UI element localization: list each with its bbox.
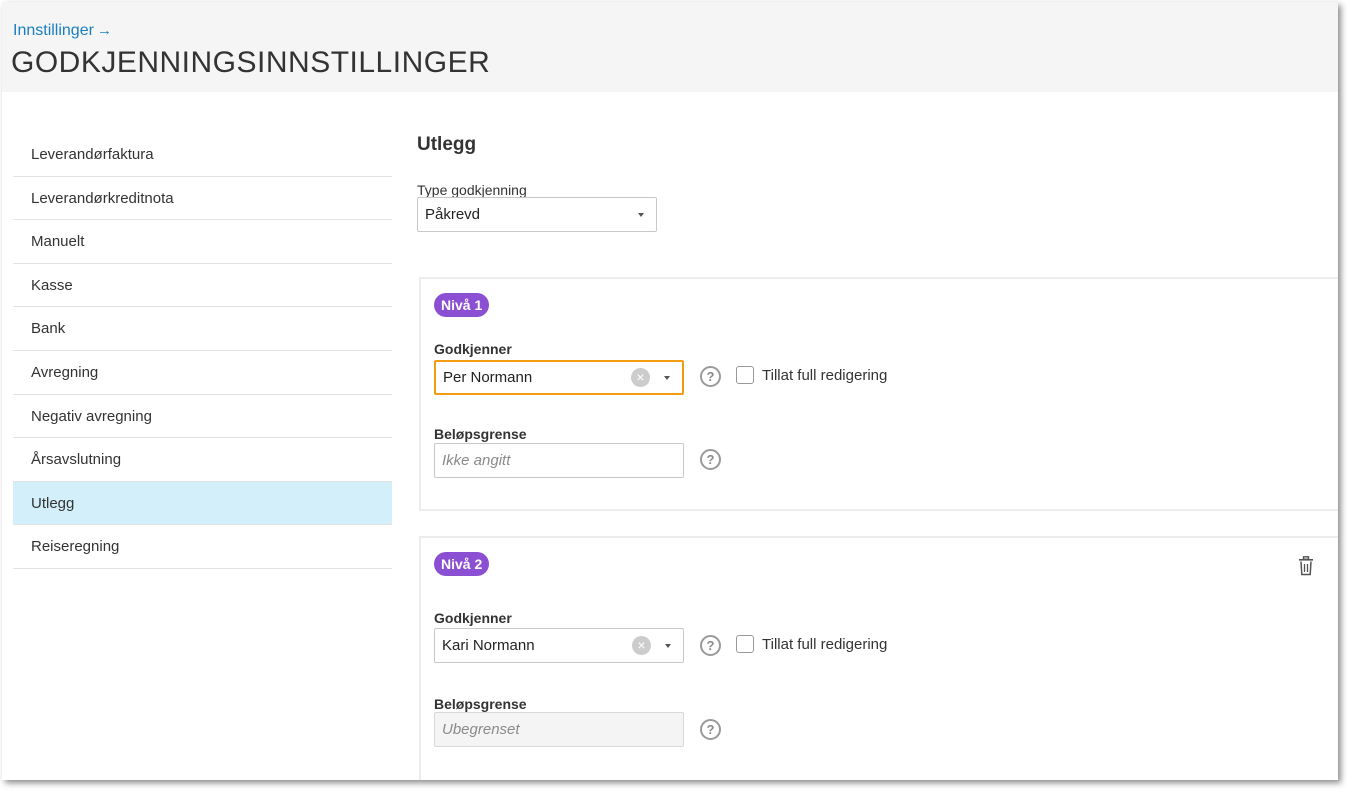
caret-down-icon bbox=[665, 643, 671, 648]
level-badge: Nivå 1 bbox=[434, 293, 490, 317]
sidebar-item-leverandorkreditnota[interactable]: Leverandørkreditnota bbox=[13, 177, 392, 221]
help-icon[interactable]: ? bbox=[700, 635, 721, 656]
level-card-2: Nivå 2 Godkjenner Kari Normann × ? Tilla… bbox=[419, 536, 1338, 780]
checkbox-label: Tillat full redigering bbox=[762, 366, 888, 384]
clear-icon[interactable]: × bbox=[631, 367, 650, 387]
limit-label: Beløpsgrense bbox=[434, 426, 527, 442]
arrow-right-icon: → bbox=[96, 22, 112, 39]
full-edit-checkbox[interactable]: Tillat full redigering bbox=[736, 366, 887, 384]
sidebar-item-avregning[interactable]: Avregning bbox=[13, 351, 392, 395]
limit-input bbox=[434, 712, 684, 747]
sidebar-nav: Leverandørfaktura Leverandørkreditnota M… bbox=[13, 133, 392, 569]
approver-select[interactable]: Kari Normann × bbox=[434, 628, 684, 663]
limit-input[interactable] bbox=[434, 443, 684, 478]
checkbox-box[interactable] bbox=[736, 635, 754, 653]
sidebar-item-negativ-avregning[interactable]: Negativ avregning bbox=[13, 395, 392, 439]
help-icon[interactable]: ? bbox=[700, 366, 721, 387]
caret-down-icon bbox=[638, 212, 644, 217]
type-label: Type godkjenning bbox=[417, 182, 527, 198]
help-icon[interactable]: ? bbox=[700, 449, 721, 470]
approver-select-value: Kari Normann bbox=[442, 637, 535, 654]
sidebar-item-reiseregning[interactable]: Reiseregning bbox=[13, 525, 392, 569]
breadcrumb[interactable]: Innstillinger → bbox=[13, 22, 112, 40]
sidebar-item-bank[interactable]: Bank bbox=[13, 307, 392, 351]
breadcrumb-link[interactable]: Innstillinger bbox=[13, 22, 94, 39]
approver-label: Godkjenner bbox=[434, 610, 512, 626]
level-badge: Nivå 2 bbox=[434, 552, 490, 576]
type-select-value: Påkrevd bbox=[425, 206, 481, 223]
checkbox-box[interactable] bbox=[736, 366, 754, 384]
caret-down-icon bbox=[664, 375, 670, 380]
help-icon[interactable]: ? bbox=[700, 719, 721, 740]
app-window: Innstillinger → GODKJENNINGSINNSTILLINGER… bbox=[2, 2, 1338, 780]
clear-icon[interactable]: × bbox=[632, 635, 651, 655]
sidebar-item-manuelt[interactable]: Manuelt bbox=[13, 220, 392, 264]
trash-icon[interactable] bbox=[1298, 556, 1314, 576]
sidebar-item-arsavslutning[interactable]: Årsavslutning bbox=[13, 438, 392, 482]
sidebar-item-leverandorfaktura[interactable]: Leverandørfaktura bbox=[13, 133, 392, 177]
type-select[interactable]: Påkrevd bbox=[417, 197, 657, 232]
level-card-1: Nivå 1 Godkjenner Per Normann × ? Tillat… bbox=[419, 277, 1338, 511]
section-title: Utlegg bbox=[417, 134, 477, 155]
approver-select-value: Per Normann bbox=[443, 369, 533, 386]
main-content: Utlegg Type godkjenning Påkrevd Nivå 1 G… bbox=[417, 2, 1338, 780]
checkbox-label: Tillat full redigering bbox=[762, 635, 888, 653]
sidebar-item-utlegg[interactable]: Utlegg bbox=[13, 481, 392, 526]
sidebar-item-kasse[interactable]: Kasse bbox=[13, 264, 392, 308]
approver-label: Godkjenner bbox=[434, 341, 512, 357]
limit-label: Beløpsgrense bbox=[434, 696, 527, 712]
approver-select[interactable]: Per Normann × bbox=[434, 360, 684, 395]
full-edit-checkbox[interactable]: Tillat full redigering bbox=[736, 635, 887, 653]
